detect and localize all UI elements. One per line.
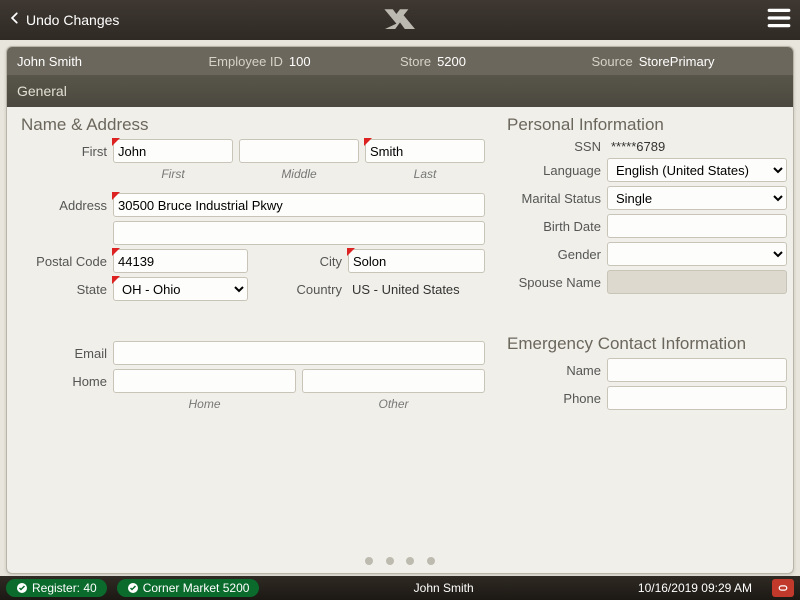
info-source: SourceStorePrimary [592,54,784,69]
middle-sublabel: Middle [239,167,359,181]
home-sublabel: Home [113,397,296,411]
oracle-indicator-icon[interactable] [772,579,794,597]
page-dot[interactable] [406,557,414,565]
gender-label: Gender [507,247,607,262]
info-name: John Smith [17,54,209,69]
last-name-input[interactable] [365,139,485,163]
marital-select[interactable]: Single [607,186,787,210]
status-bar: Register: 40 Corner Market 5200 John Smi… [0,576,800,600]
check-circle-icon [127,582,139,594]
main-frame: John Smith Employee ID100 Store5200 Sour… [6,46,794,574]
status-user: John Smith [269,581,617,595]
state-select[interactable]: OH - Ohio [113,277,248,301]
app-topbar: Undo Changes [0,0,800,40]
home-phone-label: Home [21,374,113,389]
email-label: Email [21,346,113,361]
postal-label: Postal Code [21,254,113,269]
status-datetime: 10/16/2019 09:29 AM [638,581,752,595]
ssn-value: *****6789 [607,139,665,154]
xstore-logo-icon [382,6,418,39]
email-input[interactable] [113,341,485,365]
birth-input[interactable] [607,214,787,238]
info-store: Store5200 [400,54,592,69]
name-address-section: Name & Address First First Middle Last A… [21,115,496,415]
page-dot[interactable] [365,557,373,565]
emergency-phone-label: Phone [507,391,607,406]
city-input[interactable] [348,249,485,273]
personal-info-title: Personal Information [507,115,792,135]
register-status-pill[interactable]: Register: 40 [6,579,107,597]
ssn-label: SSN [507,139,607,154]
info-employee-id: Employee ID100 [209,54,401,69]
state-label: State [21,282,113,297]
other-phone-input[interactable] [302,369,485,393]
address1-input[interactable] [113,193,485,217]
menu-icon[interactable] [766,5,792,36]
last-sublabel: Last [365,167,485,181]
gender-select[interactable] [607,242,787,266]
first-sublabel: First [113,167,233,181]
check-circle-icon [16,582,28,594]
birth-label: Birth Date [507,219,607,234]
back-chevron-icon[interactable] [8,11,22,30]
name-address-title: Name & Address [21,115,496,135]
country-value: US - United States [348,282,485,297]
marital-label: Marital Status [507,191,607,206]
market-status-pill[interactable]: Corner Market 5200 [117,579,260,597]
page-dot[interactable] [386,557,394,565]
personal-info-section: Personal Information SSN *****6789 Langu… [507,115,792,414]
middle-name-input[interactable] [239,139,359,163]
other-sublabel: Other [302,397,485,411]
address-label: Address [21,198,113,213]
first-label: First [21,144,113,159]
postal-input[interactable] [113,249,248,273]
tab-general[interactable]: General [17,83,67,99]
emergency-name-input[interactable] [607,358,787,382]
city-label: City [248,254,348,269]
language-select[interactable]: English (United States) [607,158,787,182]
page-dot[interactable] [427,557,435,565]
home-phone-input[interactable] [113,369,296,393]
emergency-title: Emergency Contact Information [507,334,792,354]
emergency-phone-input[interactable] [607,386,787,410]
emergency-name-label: Name [507,363,607,378]
tab-strip: General [7,75,793,107]
country-label: Country [248,282,348,297]
content-area: Name & Address First First Middle Last A… [7,107,793,574]
language-label: Language [507,163,607,178]
spouse-input-disabled [607,270,787,294]
first-name-input[interactable] [113,139,233,163]
undo-changes-label[interactable]: Undo Changes [26,12,119,28]
employee-info-strip: John Smith Employee ID100 Store5200 Sour… [7,47,793,75]
address2-input[interactable] [113,221,485,245]
page-indicator [0,552,800,570]
spouse-label: Spouse Name [507,275,607,290]
